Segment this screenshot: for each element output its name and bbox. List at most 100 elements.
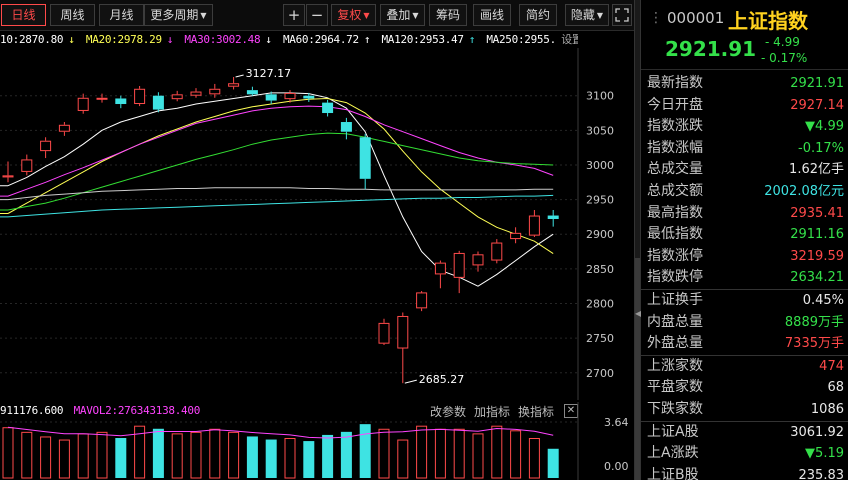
candle-body xyxy=(40,140,52,152)
candle-body xyxy=(547,215,559,219)
candle-body xyxy=(21,159,33,172)
candle-body xyxy=(378,322,390,344)
tab-monthly[interactable]: 月线 xyxy=(99,4,144,26)
candle-body xyxy=(134,88,146,105)
volume-bar xyxy=(510,430,522,479)
price-change: - 4.99 xyxy=(765,35,800,49)
quote-row: 内盘总量 8889万手 xyxy=(641,312,848,333)
tab-weekly[interactable]: 周线 xyxy=(50,4,95,26)
stock-code: 000001 xyxy=(667,9,725,27)
candle-body xyxy=(303,95,315,99)
chevron-down-icon: ▼ xyxy=(200,11,207,20)
quote-panel: ⋮ 000001 上证指数 2921.91 - 4.99 - 0.17% 最新指… xyxy=(641,0,848,480)
volume-bar xyxy=(21,431,33,479)
volume-bar xyxy=(171,433,183,479)
quote-value: 1.62亿手 xyxy=(789,162,844,178)
high-pointer xyxy=(235,74,244,78)
candle-body xyxy=(171,94,183,100)
quote-label: 指数跌停 xyxy=(647,269,703,286)
volume-bar xyxy=(265,439,277,478)
candle-body xyxy=(77,97,89,111)
candle xyxy=(547,209,559,227)
ma20-line xyxy=(0,97,554,255)
candle-body xyxy=(190,91,202,96)
quote-row: 上涨家数 474 xyxy=(641,356,848,377)
zoom-in-button[interactable]: + xyxy=(283,4,305,26)
zoom-out-button[interactable]: − xyxy=(306,4,328,26)
y-tick-label: 2950 xyxy=(586,194,614,207)
quote-value: 7335万手 xyxy=(784,336,844,352)
candle xyxy=(190,88,202,98)
tab-daily[interactable]: 日线 xyxy=(1,4,46,26)
fullscreen-icon[interactable] xyxy=(612,4,632,26)
candle-body xyxy=(340,122,352,132)
down-arrow-icon: ↓ xyxy=(68,33,75,46)
candle xyxy=(228,77,240,90)
candle xyxy=(453,250,465,294)
volume-bar xyxy=(322,434,334,478)
down-arrow-icon: ↓ xyxy=(166,33,174,46)
menu-dots-icon[interactable]: ⋮ xyxy=(649,10,663,26)
volume-chart[interactable]: 3.64 0.00 xyxy=(0,402,634,480)
volume-bar xyxy=(303,441,315,478)
quote-label: 上证B股 xyxy=(647,466,699,480)
candle xyxy=(21,154,33,176)
candle xyxy=(434,260,446,289)
adjust-dropdown[interactable]: 复权 ▼ xyxy=(331,4,376,26)
quote-label: 下跌家数 xyxy=(647,401,703,417)
more-periods-dropdown[interactable]: 更多周期 ▼ xyxy=(144,4,213,26)
candle xyxy=(528,209,540,238)
low-annotation: 2685.27 xyxy=(419,373,465,386)
more-periods-label: 更多周期 xyxy=(150,8,199,22)
candle-body xyxy=(265,94,277,101)
quote-label: 外盘总量 xyxy=(647,335,703,352)
volume-bar xyxy=(77,433,89,479)
candle-body xyxy=(209,88,221,95)
candle xyxy=(322,99,334,117)
volume-bar xyxy=(528,438,540,479)
quote-value: 2935.41 xyxy=(790,205,844,221)
candle-body xyxy=(453,252,465,278)
low-pointer xyxy=(404,379,417,384)
quote-value: ▼5.19 xyxy=(805,446,844,462)
volume-bar xyxy=(40,436,52,479)
volume-bar xyxy=(58,439,70,479)
quote-label: 上证换手 xyxy=(647,292,703,308)
quote-value: 68 xyxy=(827,380,844,396)
y-tick-label: 2800 xyxy=(586,297,614,310)
candle-body xyxy=(491,242,503,261)
quote-row: 指数涨停 3219.59 xyxy=(641,246,848,267)
ma60-value: MA60:2964.72 xyxy=(282,33,359,46)
volume-bar xyxy=(416,425,428,479)
quote-row: 最高指数 2935.41 xyxy=(641,203,848,224)
chips-button[interactable]: 筹码 xyxy=(429,4,467,26)
quote-value: 3061.92 xyxy=(790,424,844,440)
volume-bar xyxy=(2,427,14,479)
volume-bar xyxy=(491,425,503,479)
ma250-value: MA250:2955. xyxy=(486,33,556,46)
quote-row: 平盘家数 68 xyxy=(641,377,848,398)
candlestick-chart[interactable]: 3100 3050 3000 2950 2900 2850 2800 2750 2700 3127… xyxy=(0,48,634,400)
volume-bar xyxy=(453,428,465,479)
overlay-dropdown[interactable]: 叠加 ▼ xyxy=(380,4,425,26)
hide-dropdown[interactable]: 隐藏 ▼ xyxy=(565,4,609,26)
ma-settings-link[interactable]: 设置均线 xyxy=(561,33,578,46)
quote-value: 3219.59 xyxy=(790,248,844,264)
quote-label: 上证A股 xyxy=(647,423,699,440)
hide-label: 隐藏 xyxy=(570,8,595,22)
chevron-down-icon: ▼ xyxy=(363,11,370,20)
quote-row: 指数涨幅 -0.17% xyxy=(641,138,848,159)
quote-value: -0.17% xyxy=(798,140,844,156)
draw-line-button[interactable]: 画线 xyxy=(473,4,511,26)
quote-label: 内盘总量 xyxy=(647,313,703,330)
quote-header: ⋮ 000001 上证指数 2921.91 - 4.99 - 0.17% xyxy=(641,0,848,70)
scrollbar-thumb[interactable] xyxy=(635,258,640,480)
volume-bar xyxy=(209,428,221,479)
quote-value: 2927.14 xyxy=(790,97,844,113)
candle-body xyxy=(58,124,70,132)
y-tick-label: 3100 xyxy=(586,90,614,103)
candle xyxy=(115,95,127,109)
quote-value: 474 xyxy=(819,358,844,374)
simple-mode-button[interactable]: 简约 xyxy=(519,4,557,26)
high-annotation: 3127.17 xyxy=(246,67,292,80)
